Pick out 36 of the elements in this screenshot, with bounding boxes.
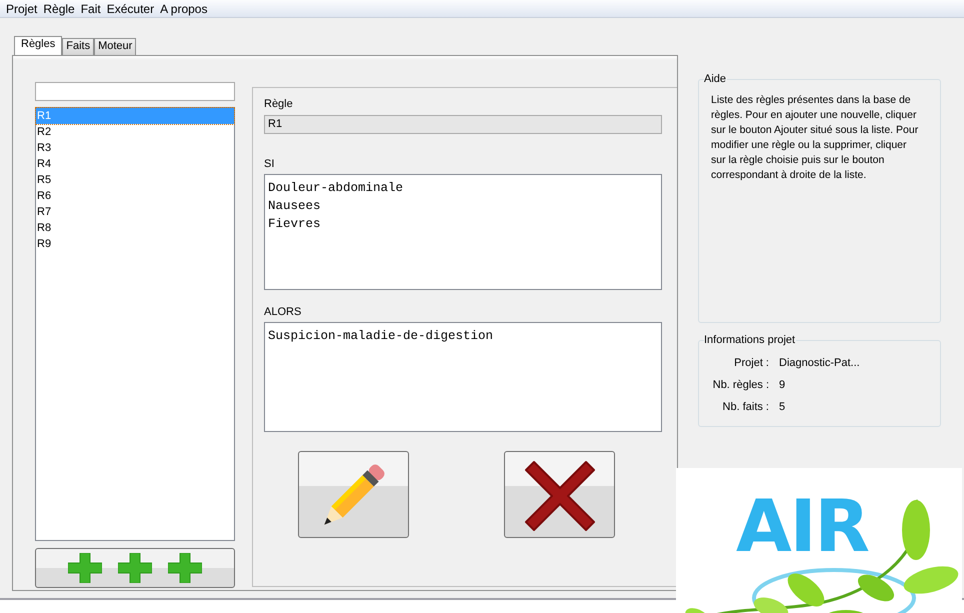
menu-item[interactable]: Projet [3, 2, 40, 16]
condition-line: Nausees [268, 198, 322, 215]
rule-item[interactable]: R2 [36, 124, 234, 140]
condition-line: Douleur-abdominale [268, 180, 404, 197]
help-text: Liste des règles présentes dans la base de règles. Pour en ajouter une nouvelle, cliquer sur le bouton Ajouter situé sous la liste. Pour modifier une règle ou la supprimer, cliquer sur la règle choisie puis sur le bouton correspondant à droite de la liste. [711, 93, 919, 183]
logo-text: AIR [736, 486, 868, 566]
tab[interactable]: Moteur [94, 38, 136, 55]
rule-item[interactable]: R6 [36, 188, 234, 204]
menu-item[interactable]: Exécuter [104, 2, 158, 16]
menu-item[interactable]: Règle [40, 2, 78, 16]
rule-name-field[interactable]: R1 [264, 115, 662, 134]
conclusion-line: Suspicion-maladie-de-digestion [268, 328, 494, 345]
info-value: 9 [779, 379, 786, 391]
field-label: Règle [264, 98, 294, 112]
info-value: 5 [779, 401, 786, 413]
rule-item[interactable]: R4 [36, 156, 234, 172]
info-label: Nb. faits : [722, 401, 769, 413]
info-value: Diagnostic-Pat... [779, 357, 860, 369]
rule-item[interactable]: R8 [36, 220, 234, 236]
rule-item[interactable]: R3 [36, 140, 234, 156]
group-title: Aide [704, 73, 728, 85]
condition-text-area[interactable]: Douleur-abdominale Nausees Fievres [264, 174, 662, 290]
info-label: Projet : [733, 357, 769, 369]
rule-item[interactable]: R9 [36, 236, 234, 252]
condition-line: Fievres [268, 216, 322, 233]
conclusion-text-area[interactable]: Suspicion-maladie-de-digestion [264, 322, 662, 432]
field-label: SI [264, 158, 276, 172]
tab[interactable]: Règles [14, 36, 62, 55]
menu-item[interactable]: Fait [78, 2, 104, 16]
group-title: Informations projet [704, 334, 796, 346]
rule-item[interactable]: R7 [36, 204, 234, 220]
menu-item[interactable]: A propos [157, 2, 210, 16]
info-label: Nb. règles : [712, 379, 769, 391]
rule-item[interactable]: R5 [36, 172, 234, 188]
tab[interactable]: Faits [62, 38, 94, 55]
field-label: ALORS [264, 306, 302, 320]
